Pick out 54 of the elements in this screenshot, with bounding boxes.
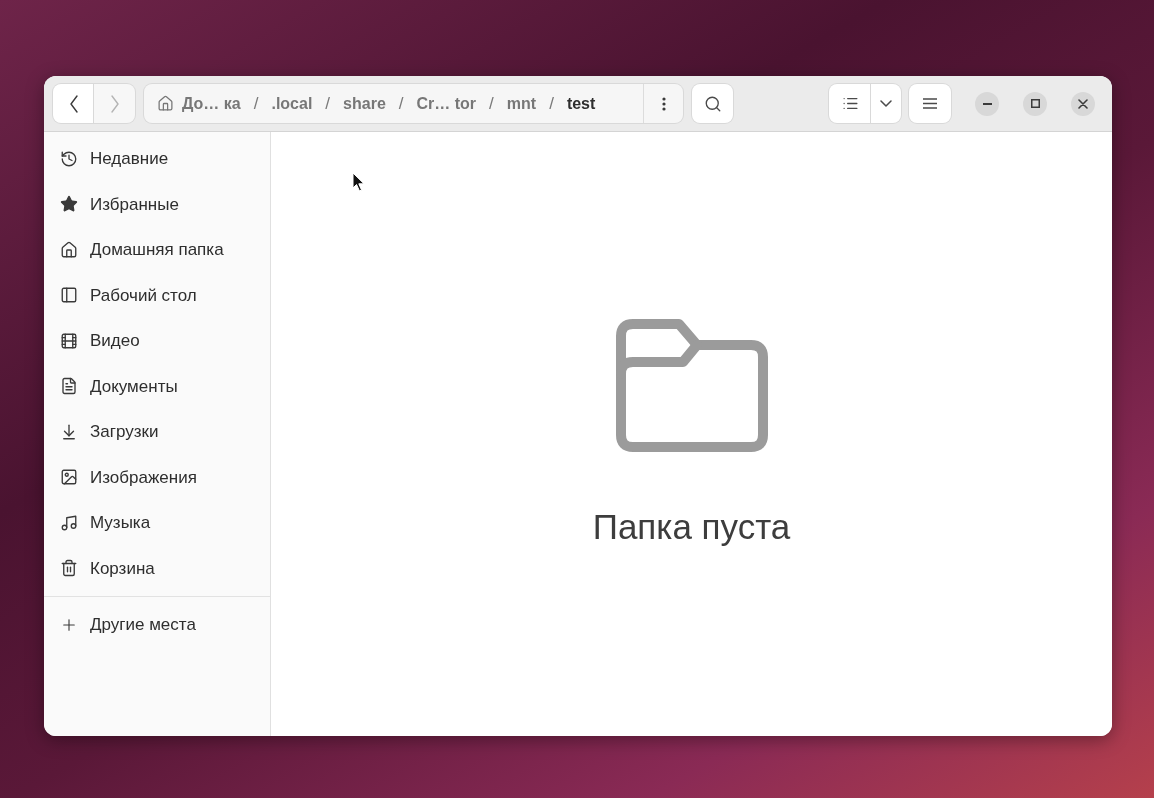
document-icon bbox=[60, 377, 78, 396]
sidebar-item[interactable]: Домашняя папка bbox=[50, 227, 264, 273]
search-icon bbox=[703, 94, 722, 113]
minimize-icon bbox=[982, 102, 992, 105]
menu-icon bbox=[923, 98, 937, 109]
chevron-left-icon bbox=[69, 94, 78, 113]
panel-icon bbox=[60, 286, 78, 305]
minimize-button[interactable] bbox=[975, 91, 999, 116]
sidebar-item[interactable]: Рабочий стол bbox=[50, 272, 264, 318]
sidebar-item[interactable]: Музыка bbox=[50, 500, 264, 546]
view-mode-button[interactable] bbox=[829, 84, 871, 123]
trash-icon bbox=[60, 559, 78, 578]
more-options-icon bbox=[661, 96, 666, 111]
path-crumb[interactable]: Cr… tor bbox=[416, 91, 477, 116]
sidebar-item[interactable]: Корзина bbox=[50, 545, 264, 591]
path-crumb[interactable]: mnt bbox=[506, 91, 537, 116]
path-crumb[interactable]: share bbox=[343, 91, 386, 116]
sidebar-item[interactable]: Загрузки bbox=[50, 409, 264, 455]
main-menu-button[interactable] bbox=[909, 84, 951, 123]
path-separator: / bbox=[252, 92, 260, 115]
close-button[interactable] bbox=[1071, 91, 1095, 116]
path-separator: / bbox=[488, 92, 495, 115]
maximize-icon bbox=[1030, 99, 1040, 108]
path-crumb[interactable]: До… ка bbox=[157, 91, 241, 116]
path-crumb[interactable]: .local bbox=[271, 91, 313, 116]
sidebar-item[interactable]: Документы bbox=[50, 363, 264, 409]
sidebar-item[interactable]: Видео bbox=[50, 318, 264, 364]
other-places-item[interactable]: Другие места bbox=[50, 602, 264, 648]
film-icon bbox=[60, 331, 78, 350]
home-icon bbox=[157, 95, 174, 112]
path-crumb[interactable]: test bbox=[566, 91, 596, 116]
view-options-button[interactable] bbox=[871, 84, 901, 123]
music-note-icon bbox=[60, 513, 78, 532]
sidebar-item[interactable]: Избранные bbox=[50, 181, 264, 227]
path-separator: / bbox=[548, 92, 555, 115]
folder-icon bbox=[614, 317, 769, 453]
path-separator: / bbox=[397, 92, 405, 115]
search-button[interactable] bbox=[692, 84, 733, 123]
back-button[interactable] bbox=[53, 84, 94, 123]
sidebar-item[interactable]: Недавние bbox=[50, 136, 264, 182]
sidebar-item[interactable]: Изображения bbox=[50, 454, 264, 500]
chevron-right-icon bbox=[110, 94, 119, 113]
chevron-down-icon bbox=[880, 100, 892, 107]
path-separator: / bbox=[324, 92, 332, 115]
star-icon bbox=[60, 195, 78, 214]
close-icon bbox=[1078, 98, 1088, 109]
list-view-icon bbox=[841, 95, 859, 112]
empty-folder-message: Папка пуста bbox=[592, 506, 791, 547]
mouse-pointer-icon bbox=[352, 172, 365, 192]
maximize-button[interactable] bbox=[1023, 91, 1047, 116]
image-icon bbox=[60, 468, 78, 487]
home-icon bbox=[60, 240, 78, 259]
clock-icon bbox=[60, 149, 78, 168]
download-icon bbox=[60, 422, 78, 441]
